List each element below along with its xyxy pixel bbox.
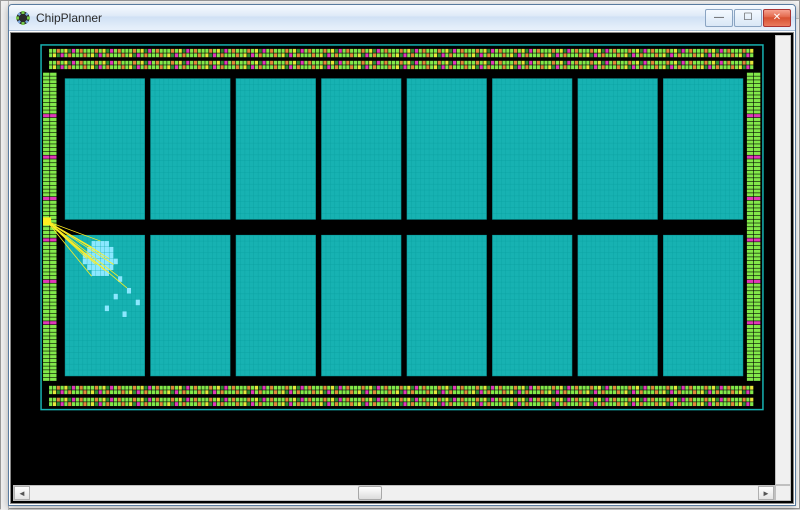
scroll-track[interactable] bbox=[30, 486, 758, 500]
horizontal-scrollbar[interactable]: ◄ ► bbox=[13, 485, 775, 501]
maximize-button[interactable]: ☐ bbox=[734, 9, 762, 27]
window-controls: — ☐ ✕ bbox=[705, 9, 791, 27]
close-button[interactable]: ✕ bbox=[763, 9, 791, 27]
content-area: ◄ ► bbox=[10, 32, 794, 504]
floorplan-canvas[interactable] bbox=[21, 39, 783, 475]
window-title: ChipPlanner bbox=[36, 11, 705, 25]
vertical-scrollbar[interactable] bbox=[775, 35, 791, 485]
scroll-left-button[interactable]: ◄ bbox=[14, 486, 30, 500]
chipplanner-window: ChipPlanner — ☐ ✕ ◄ ► bbox=[8, 4, 796, 506]
scroll-right-button[interactable]: ► bbox=[758, 486, 774, 500]
minimize-button[interactable]: — bbox=[705, 9, 733, 27]
resize-grip-icon[interactable] bbox=[775, 485, 791, 501]
app-icon bbox=[15, 10, 31, 26]
scroll-thumb[interactable] bbox=[358, 486, 382, 500]
titlebar[interactable]: ChipPlanner — ☐ ✕ bbox=[9, 5, 795, 31]
